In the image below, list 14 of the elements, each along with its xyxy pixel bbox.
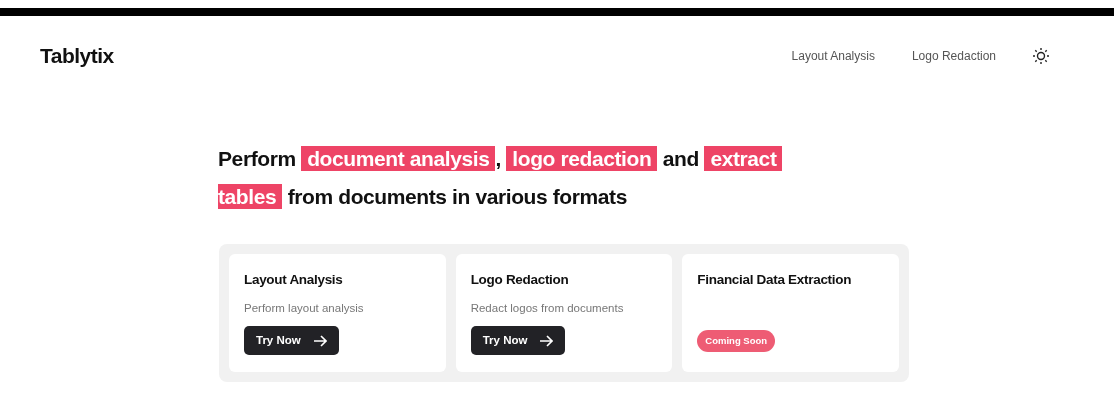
try-now-button[interactable]: Try Now [244,326,339,356]
try-now-button[interactable]: Try Now [470,326,566,356]
card-title: Layout Analysis [244,270,344,289]
card-description: Redact logos from documents [470,300,625,316]
card-description: Perform layout analysis [244,300,365,316]
nav-link[interactable]: Logo Redaction [911,46,996,65]
brand-logo[interactable]: Tablytix [40,40,114,72]
status-badge: Coming Soon [697,329,776,352]
card-title: Financial Data Extraction [697,270,853,289]
sun-icon[interactable] [1032,46,1050,65]
nav-link[interactable]: Layout Analysis [791,46,875,65]
card-title: Logo Redaction [470,270,570,289]
arrow-right-icon [312,334,327,347]
arrow-right-icon [539,334,554,347]
